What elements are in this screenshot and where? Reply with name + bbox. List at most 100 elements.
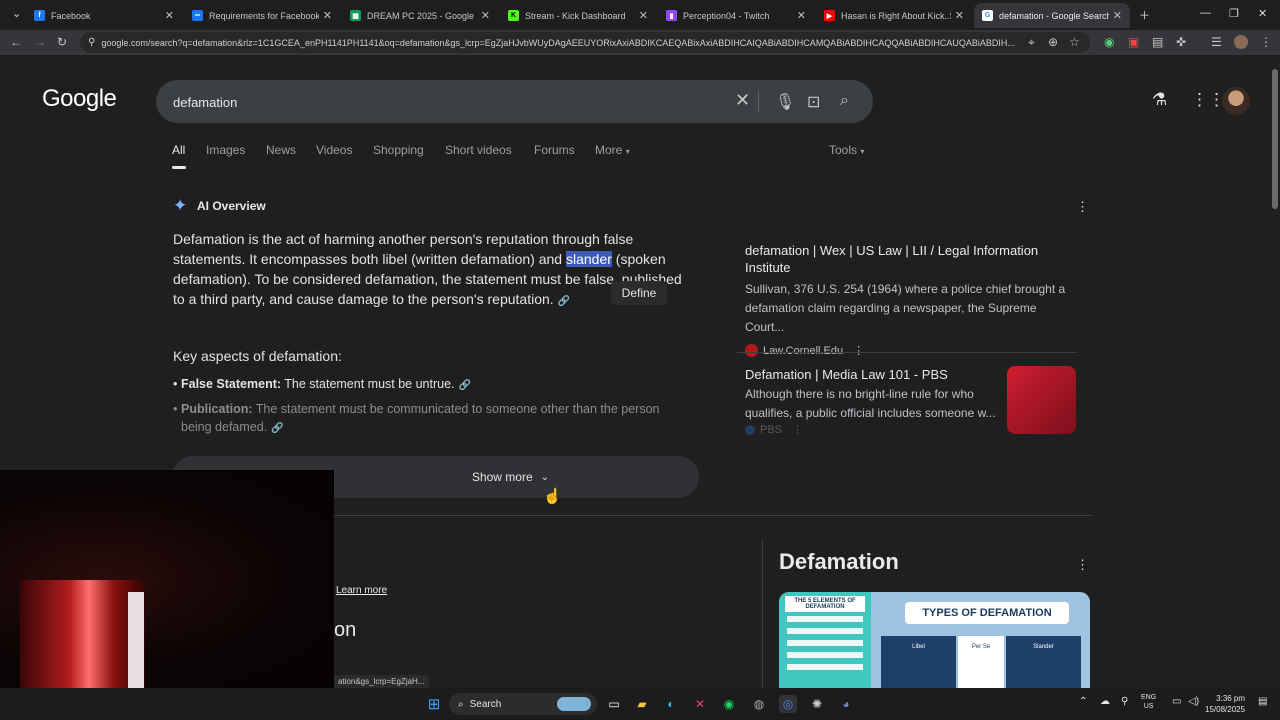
list-item: False Statement: The statement must be u… [173, 375, 681, 395]
reload-icon[interactable]: ↻ [57, 35, 67, 49]
search-input[interactable] [173, 92, 713, 112]
tab-videos[interactable]: Videos [316, 143, 352, 157]
knowledge-panel-image[interactable]: THE 5 ELEMENTS OF DEFAMATION TYPES OF DE… [779, 592, 1090, 688]
source-menu-icon[interactable]: ⋮ [792, 423, 803, 436]
close-tab-icon[interactable]: ✕ [955, 9, 964, 22]
tab-title: Hasan is Right About Kick..Sort [841, 10, 951, 21]
tab-forums[interactable]: Forums [534, 143, 575, 157]
page-scrollbar[interactable] [1270, 55, 1280, 688]
close-tab-icon[interactable]: ✕ [1113, 9, 1122, 22]
clock[interactable]: 3:36 pm 15/08/2025 [1205, 693, 1245, 715]
tools-label: Tools [829, 143, 858, 157]
source-title[interactable]: defamation | Wex | US Law | LII / Legal … [745, 242, 1075, 276]
scrollbar-thumb[interactable] [1272, 69, 1278, 209]
profile-avatar[interactable] [1234, 35, 1248, 49]
tools-button[interactable]: Tools ▾ [829, 143, 864, 157]
link-icon[interactable]: 🔗 [558, 296, 570, 307]
extension-grammar-icon[interactable]: ◉ [1104, 35, 1114, 49]
bookmark-star-icon[interactable]: ☆ [1069, 35, 1080, 49]
onedrive-icon[interactable]: ☁ [1100, 696, 1110, 707]
tab-kick[interactable]: K Stream - Kick Dashboard ✕ [500, 3, 656, 28]
clear-search-icon[interactable]: ✕ [735, 90, 750, 111]
tray-app-icon[interactable]: ⚲ [1121, 696, 1128, 707]
wifi-icon[interactable]: ▭ [1172, 696, 1181, 707]
learn-more-link[interactable]: Learn more [336, 585, 387, 596]
spotify-icon[interactable]: ◉ [720, 695, 738, 713]
tab-youtube[interactable]: ▶ Hasan is Right About Kick..Sort ✕ [816, 3, 972, 28]
task-view-icon[interactable]: ▭ [605, 695, 623, 713]
browser-menu-icon[interactable]: ⋮ [1260, 35, 1272, 49]
discord-icon[interactable]: ◕ [837, 695, 855, 713]
lens-camera-icon[interactable]: ⊡ [807, 92, 820, 112]
list-item: Publication: The statement must be commu… [173, 400, 681, 438]
site-info-icon[interactable]: ⚲ [88, 37, 95, 48]
volume-icon[interactable]: ◁) [1188, 696, 1199, 707]
back-icon[interactable]: ← [10, 35, 22, 49]
account-avatar[interactable] [1222, 87, 1250, 115]
language-indicator[interactable]: ENG US [1141, 693, 1156, 711]
search-icon[interactable]: ⌕ [840, 92, 849, 110]
close-tab-icon[interactable]: ✕ [165, 9, 174, 22]
link-icon[interactable]: 🔗 [271, 423, 283, 434]
ai-overview-menu-icon[interactable]: ⋮ [1076, 199, 1089, 215]
tab-requirements[interactable]: ∞ Requirements for Facebook Liv ✕ [184, 3, 340, 28]
tab-shopping[interactable]: Shopping [373, 143, 424, 157]
result-title-fragment[interactable]: on [334, 619, 356, 642]
source-card[interactable]: defamation | Wex | US Law | LII / Legal … [745, 242, 1075, 357]
kick-icon: K [508, 10, 519, 21]
define-tooltip[interactable]: Define [611, 281, 667, 305]
search-box[interactable]: ✕ 🎙 ⊡ ⌕ [156, 80, 873, 123]
tab-images[interactable]: Images [206, 143, 245, 157]
knowledge-panel-menu-icon[interactable]: ⋮ [1076, 557, 1089, 573]
tab-short-videos[interactable]: Short videos [445, 143, 512, 157]
source-card[interactable]: Defamation | Media Law 101 - PBS Althoug… [745, 366, 1000, 436]
extension-clipboard-icon[interactable]: ▤ [1152, 35, 1163, 49]
notifications-icon[interactable]: ▤ [1258, 696, 1267, 707]
new-tab-icon[interactable]: ＋ [1139, 7, 1150, 23]
taskbar-search[interactable]: ⌕ Search [449, 693, 597, 715]
labs-flask-icon[interactable]: ⚗ [1152, 90, 1167, 110]
close-tab-icon[interactable]: ✕ [797, 9, 806, 22]
capcut-icon[interactable]: ✕ [691, 695, 709, 713]
windows-start-icon[interactable]: ⊞ [425, 695, 443, 713]
link-icon[interactable]: 🔗 [459, 380, 471, 391]
location-icon[interactable]: ⌖ [1028, 35, 1035, 49]
reading-list-icon[interactable]: ☰ [1211, 35, 1222, 49]
close-window-icon[interactable]: ✕ [1258, 7, 1267, 20]
source-thumbnail[interactable] [1007, 366, 1076, 434]
extensions-puzzle-icon[interactable]: ✜ [1176, 35, 1186, 49]
close-tab-icon[interactable]: ✕ [639, 9, 648, 22]
source-menu-icon[interactable]: ⋮ [853, 344, 864, 357]
tab-dream-pc[interactable]: ▦ DREAM PC 2025 - Google Shee ✕ [342, 3, 498, 28]
image-left-heading: THE 5 ELEMENTS OF DEFAMATION [785, 596, 865, 612]
tab-search-icon[interactable]: ⌄ [12, 7, 21, 20]
tray-expand-icon[interactable]: ⌃ [1079, 696, 1087, 707]
section-divider [333, 515, 1093, 516]
chrome-icon[interactable]: ◎ [779, 695, 797, 713]
obs-icon[interactable]: ◍ [750, 695, 768, 713]
selected-word[interactable]: slander [565, 251, 612, 267]
microphone-icon[interactable]: 🎙 [775, 92, 795, 112]
tab-facebook[interactable]: f Facebook ✕ [26, 3, 182, 28]
chevron-down-icon: ⌄ [540, 471, 550, 483]
source-title[interactable]: Defamation | Media Law 101 - PBS [745, 366, 1000, 383]
forward-icon[interactable]: → [34, 35, 46, 49]
google-logo[interactable]: Google [42, 85, 117, 113]
app-icon[interactable]: ✺ [808, 695, 826, 713]
tab-more[interactable]: More ▾ [595, 143, 630, 157]
file-explorer-icon[interactable]: ▰ [633, 695, 651, 713]
ai-text-part1: Defamation is the act of harming another… [173, 231, 634, 267]
close-tab-icon[interactable]: ✕ [481, 9, 490, 22]
tab-news[interactable]: News [266, 143, 296, 157]
minimize-icon[interactable]: — [1200, 7, 1211, 19]
tab-twitch[interactable]: ▮ Perception04 - Twitch ✕ [658, 3, 814, 28]
close-tab-icon[interactable]: ✕ [323, 9, 332, 22]
extension-record-icon[interactable]: ▣ [1128, 35, 1139, 49]
address-bar[interactable]: ⚲ google.com/search?q=defamation&rlz=1C1… [80, 32, 1090, 53]
tab-all[interactable]: All [172, 143, 185, 157]
zoom-icon[interactable]: ⊕ [1048, 35, 1058, 49]
windows-taskbar: ⊞ ⌕ Search ▭ ▰ ◐ ✕ ◉ ◍ ◎ ✺ ◕ ⌃ ☁ ⚲ ENG U… [0, 688, 1280, 720]
tab-google-search[interactable]: G defamation - Google Search ✕ [974, 3, 1130, 28]
edge-icon[interactable]: ◐ [662, 695, 680, 713]
maximize-icon[interactable]: ❐ [1229, 7, 1239, 20]
